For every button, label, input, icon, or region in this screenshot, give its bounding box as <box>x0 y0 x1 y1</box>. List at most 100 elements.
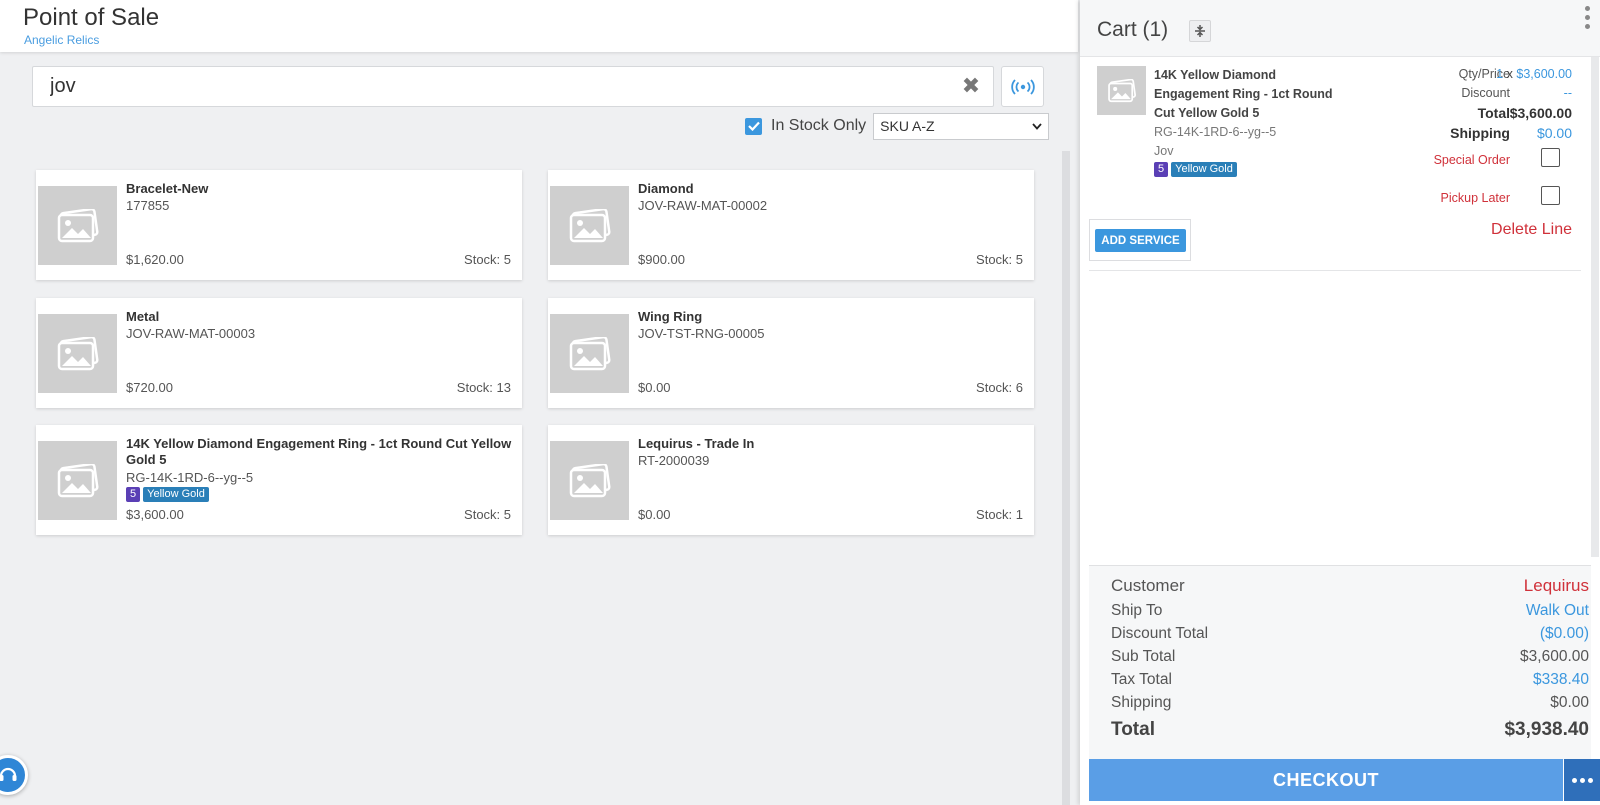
checkmark-icon <box>747 121 760 131</box>
product-sku: JOV-TST-RNG-00005 <box>638 326 765 341</box>
qty-price-label: Qty/Price <box>1458 67 1510 81</box>
checkout-options-icon[interactable] <box>1564 759 1600 801</box>
help-button[interactable] <box>0 755 28 795</box>
image-placeholder-icon <box>550 314 629 393</box>
product-name: Metal <box>126 309 160 324</box>
delete-line-button[interactable]: Delete Line <box>1491 221 1572 239</box>
discount-total-row: Discount Total ($0.00) <box>1111 625 1589 643</box>
line-total-value: $3,600.00 <box>1509 105 1572 121</box>
product-card[interactable]: Diamond JOV-RAW-MAT-00002 $900.00 Stock:… <box>548 170 1034 280</box>
product-search-box: ✖ <box>32 66 994 107</box>
pickup-later-checkbox[interactable] <box>1541 186 1560 205</box>
sub-total-label: Sub Total <box>1111 648 1176 665</box>
tax-total-value[interactable]: $338.40 <box>1533 671 1589 689</box>
support-icon <box>0 767 17 781</box>
shipping-row: Shipping $0.00 <box>1111 694 1589 712</box>
checkout-button[interactable]: CHECKOUT <box>1089 759 1563 801</box>
product-sku: RG-14K-1RD-6--yg--5 <box>126 470 254 485</box>
product-card[interactable]: 14K Yellow Diamond Engagement Ring - 1ct… <box>36 425 522 535</box>
pickup-later-label: Pickup Later <box>1440 191 1510 205</box>
product-price: $1,620.00 <box>126 252 184 267</box>
in-stock-checkbox[interactable] <box>745 117 762 135</box>
cart-line-sku: RG-14K-1RD-6--yg--5 <box>1154 125 1277 139</box>
cart-menu-icon[interactable] <box>1582 6 1592 36</box>
metal-badge: Yellow Gold <box>1171 162 1237 177</box>
product-tags: 5 Yellow Gold <box>126 487 209 502</box>
product-name: Bracelet-New <box>126 181 209 196</box>
tax-total-row: Tax Total $338.40 <box>1111 671 1589 689</box>
product-name: Wing Ring <box>638 309 703 324</box>
cart-header: Cart (1) <box>1080 0 1600 57</box>
customer-value[interactable]: Lequirus <box>1524 576 1589 596</box>
grand-total-value: $3,938.40 <box>1504 719 1589 740</box>
cart-title: Cart (1) <box>1097 18 1169 41</box>
store-name-link[interactable]: Angelic Relics <box>24 33 99 47</box>
image-placeholder-icon <box>550 186 629 265</box>
discount-value[interactable]: -- <box>1564 86 1572 100</box>
image-placeholder-icon <box>550 441 629 520</box>
broadcast-icon <box>1010 78 1035 95</box>
cart-summary: Customer Lequirus Ship To Walk Out Disco… <box>1089 565 1591 760</box>
cart-panel: Cart (1) 14K Yellow Diamond Engagement R… <box>1080 0 1600 805</box>
cart-line-name: 14K Yellow Diamond Engagement Ring - 1ct… <box>1154 68 1333 120</box>
collapse-icon <box>1195 25 1205 37</box>
discount-label: Discount <box>1461 86 1510 100</box>
page-header: Point of Sale Angelic Relics <box>0 0 1078 52</box>
add-service-button[interactable]: ADD SERVICE <box>1095 229 1186 252</box>
sub-total-row: Sub Total $3,600.00 <box>1111 648 1589 666</box>
product-name: 14K Yellow Diamond Engagement Ring - 1ct… <box>126 436 512 467</box>
discount-total-value[interactable]: ($0.00) <box>1540 625 1589 643</box>
in-stock-label: In Stock Only <box>771 117 867 134</box>
product-stock: Stock: 13 <box>456 380 511 395</box>
grand-total-row: Total $3,938.40 <box>1111 719 1589 741</box>
qty-price-value[interactable]: 1 x $3,600.00 <box>1496 67 1572 81</box>
product-sku: JOV-RAW-MAT-00002 <box>638 198 768 213</box>
product-price: $3,600.00 <box>126 507 184 522</box>
ship-to-label: Ship To <box>1111 602 1163 619</box>
product-card[interactable]: Lequirus - Trade In RT-2000039 $0.00 Sto… <box>548 425 1034 535</box>
product-name: Diamond <box>638 181 694 196</box>
unit-price-value: $3,600.00 <box>1516 67 1572 81</box>
ship-to-value[interactable]: Walk Out <box>1526 602 1589 620</box>
line-total-label: Total <box>1477 105 1510 121</box>
line-shipping-value[interactable]: $0.00 <box>1537 125 1572 141</box>
special-order-label: Special Order <box>1433 153 1510 167</box>
sub-total-value: $3,600.00 <box>1520 648 1589 665</box>
clear-search-icon[interactable]: ✖ <box>961 75 981 97</box>
search-input[interactable] <box>33 67 953 106</box>
image-placeholder-icon <box>38 314 117 393</box>
product-card[interactable]: Wing Ring JOV-TST-RNG-00005 $0.00 Stock:… <box>548 298 1034 408</box>
special-order-checkbox[interactable] <box>1541 148 1560 167</box>
cart-scrollbar[interactable] <box>1591 57 1599 557</box>
add-service-container: ADD SERVICE <box>1089 219 1191 261</box>
chevron-down-icon <box>1032 122 1042 130</box>
sort-select[interactable]: SKU A-Z <box>873 112 1050 140</box>
product-stock: Stock: 5 <box>464 252 511 267</box>
product-stock: Stock: 5 <box>976 252 1023 267</box>
product-stock: Stock: 6 <box>976 380 1023 395</box>
page-title: Point of Sale <box>23 4 160 31</box>
product-card[interactable]: Metal JOV-RAW-MAT-00003 $720.00 Stock: 1… <box>36 298 522 408</box>
rfid-scan-button[interactable] <box>1001 66 1044 107</box>
size-badge: 5 <box>126 487 141 502</box>
product-list-scrollbar[interactable] <box>1062 151 1070 805</box>
divider <box>1089 270 1581 271</box>
discount-total-label: Discount Total <box>1111 625 1209 642</box>
shipping-label: Shipping <box>1111 694 1172 711</box>
product-stock: Stock: 5 <box>464 507 511 522</box>
collapse-lines-button[interactable] <box>1189 20 1211 42</box>
product-stock: Stock: 1 <box>976 507 1023 522</box>
cart-line-tags: 5 Yellow Gold <box>1154 162 1237 177</box>
image-placeholder-icon <box>38 186 117 265</box>
cart-line-vendor: Jov <box>1154 144 1174 158</box>
product-sku: RT-2000039 <box>638 453 710 468</box>
filter-row: In Stock Only SKU A-Z <box>745 112 1050 140</box>
product-card[interactable]: Bracelet-New 177855 $1,620.00 Stock: 5 <box>36 170 522 280</box>
product-price: $720.00 <box>126 380 173 395</box>
product-price: $0.00 <box>638 507 671 522</box>
qty-value: 1 <box>1496 67 1504 81</box>
tax-total-label: Tax Total <box>1111 671 1172 688</box>
product-sku: 177855 <box>126 198 170 213</box>
image-placeholder-icon <box>38 441 117 520</box>
line-shipping-label: Shipping <box>1450 125 1510 141</box>
